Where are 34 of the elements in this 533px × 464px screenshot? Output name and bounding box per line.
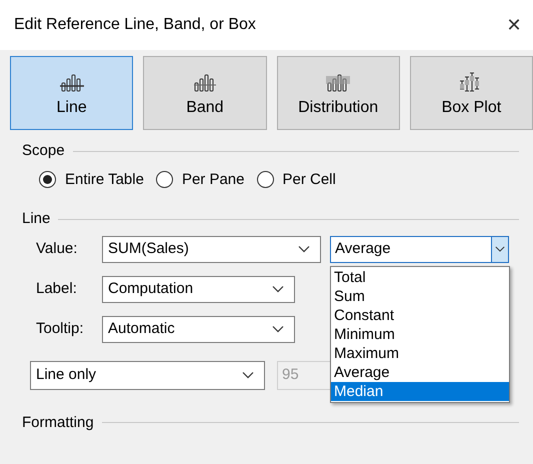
menu-item[interactable]: Maximum bbox=[331, 344, 509, 363]
tab[interactable]: Band bbox=[143, 56, 266, 130]
radio-label[interactable]: Per Pane bbox=[182, 168, 244, 191]
tab[interactable]: Distribution bbox=[276, 56, 400, 130]
radio-button[interactable] bbox=[256, 171, 274, 188]
radio-label[interactable]: Entire Table bbox=[65, 168, 144, 191]
field-label: Label: bbox=[36, 278, 78, 299]
dropdown[interactable]: Line only bbox=[30, 360, 265, 390]
chevron-down-icon bbox=[242, 371, 254, 379]
close-button[interactable]: ✕ bbox=[501, 12, 527, 38]
radio-button[interactable] bbox=[156, 171, 173, 188]
tab[interactable]: Box Plot bbox=[410, 56, 533, 130]
dropdown[interactable]: Automatic bbox=[102, 316, 295, 342]
section-title: Scope bbox=[22, 141, 65, 161]
menu-item[interactable]: Sum bbox=[331, 287, 509, 306]
menu-item[interactable]: Median bbox=[331, 382, 509, 401]
window-title: Edit Reference Line, Band, or Box bbox=[14, 15, 256, 35]
section-title: Line bbox=[22, 209, 50, 229]
field-label: Value: bbox=[36, 238, 78, 259]
dropdown[interactable]: Average bbox=[330, 236, 509, 262]
dropdown[interactable]: SUM(Sales) bbox=[102, 236, 321, 262]
field-label: Tooltip: bbox=[36, 318, 85, 339]
section-title: Formatting bbox=[22, 412, 94, 432]
dropdown[interactable]: Computation bbox=[102, 276, 295, 302]
menu-item[interactable]: Total bbox=[331, 268, 509, 287]
radio-label[interactable]: Per Cell bbox=[282, 168, 336, 191]
tab[interactable]: Line bbox=[10, 56, 134, 130]
menu-item[interactable]: Constant bbox=[331, 306, 509, 325]
chevron-down-icon bbox=[272, 285, 284, 293]
menu-item[interactable]: Minimum bbox=[331, 325, 509, 344]
chevron-down-icon bbox=[298, 245, 310, 253]
radio-button[interactable] bbox=[39, 171, 56, 188]
chevron-down-icon bbox=[272, 325, 284, 333]
chevron-down-icon bbox=[495, 245, 505, 253]
